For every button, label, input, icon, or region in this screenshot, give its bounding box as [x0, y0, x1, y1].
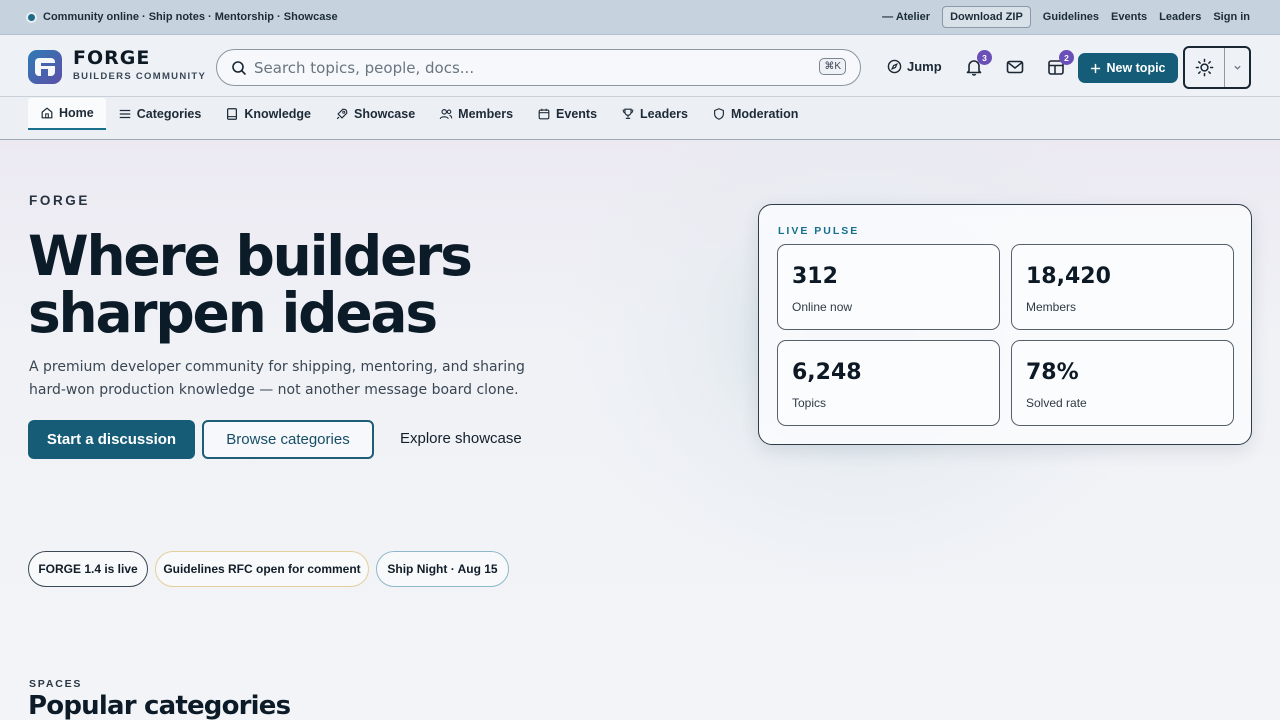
nav-showcase-label: Showcase: [354, 107, 416, 121]
stat-label: Solved rate: [1026, 396, 1087, 410]
nav-leaders-label: Leaders: [640, 107, 688, 121]
nav-knowledge[interactable]: Knowledge: [213, 98, 323, 130]
notifications-button[interactable]: 3: [964, 50, 992, 77]
nav-home-label: Home: [59, 106, 94, 120]
shield-icon: [714, 108, 724, 120]
rocket-icon: [336, 108, 348, 120]
hero-headline: Where builders sharpen ideas: [28, 228, 588, 342]
nav-knowledge-label: Knowledge: [244, 107, 312, 121]
forge-logo[interactable]: [28, 50, 62, 84]
users-icon: [439, 109, 453, 120]
new-topic-label: New topic: [1106, 61, 1166, 75]
stat-value: 78%: [1026, 360, 1079, 385]
events-link[interactable]: Events: [1111, 11, 1147, 23]
nav-members[interactable]: Members: [427, 98, 525, 130]
announcement-chip[interactable]: Guidelines RFC open for comment: [155, 551, 369, 587]
notifications-badge: 3: [977, 50, 992, 65]
plus-icon: [1091, 63, 1101, 73]
announcement-chip[interactable]: Ship Night · Aug 15: [376, 551, 509, 587]
announcement-chip[interactable]: FORGE 1.4 is live: [28, 551, 148, 587]
search-icon: [232, 60, 246, 75]
search-shortcut: ⌘K: [819, 58, 846, 75]
top-strip: Community online · Ship notes · Mentorsh…: [0, 0, 1280, 35]
hero-headline-line-1: Where builders: [28, 224, 473, 288]
stat-value: 18,420: [1026, 264, 1111, 289]
mail-icon: [1006, 60, 1024, 74]
nav-categories-label: Categories: [136, 107, 202, 121]
drafts-button[interactable]: 2: [1046, 50, 1074, 77]
nav-members-label: Members: [458, 107, 514, 121]
site-header: FORGE BUILDERS COMMUNITY ⌘K Jump 3 2 New…: [0, 35, 1280, 97]
community-status-text: Community online · Ship notes · Mentorsh…: [43, 11, 338, 23]
chevron-down-icon: [1233, 65, 1241, 70]
main-nav: Home Categories Knowledge Showcase Membe…: [0, 97, 1280, 140]
stat-topics: 6,248 Topics: [777, 340, 1000, 426]
theme-menu-button[interactable]: [1225, 48, 1249, 87]
stat-label: Members: [1026, 300, 1077, 314]
stat-value: 6,248: [792, 360, 862, 385]
browse-categories-button[interactable]: Browse categories: [202, 420, 374, 459]
new-topic-button[interactable]: New topic: [1078, 53, 1178, 83]
nav-moderation[interactable]: Moderation: [700, 98, 810, 130]
hero-headline-line-2: sharpen ideas: [28, 281, 438, 345]
jump-button[interactable]: Jump: [887, 59, 942, 74]
search-bar[interactable]: ⌘K: [216, 49, 861, 86]
hero-eyebrow: FORGE: [29, 193, 91, 208]
leaders-link[interactable]: Leaders: [1159, 11, 1201, 23]
inbox-button[interactable]: [1005, 57, 1025, 77]
home-icon: [41, 107, 53, 119]
popular-categories-heading: Popular categories: [28, 691, 291, 720]
nav-showcase[interactable]: Showcase: [323, 98, 427, 130]
jump-label: Jump: [907, 59, 942, 74]
list-icon: [119, 109, 130, 119]
calendar-icon: [538, 108, 550, 120]
hero-lead: A premium developer community for shippi…: [29, 359, 525, 398]
theme-toggle-button[interactable]: [1185, 48, 1225, 87]
live-pulse-card: LIVE PULSE 312 Online now 18,420 Members…: [758, 204, 1252, 445]
spaces-eyebrow: SPACES: [29, 678, 83, 690]
stat-solved-rate: 78% Solved rate: [1011, 340, 1234, 426]
download-zip-button[interactable]: Download ZIP: [942, 6, 1031, 28]
stat-value: 312: [792, 264, 838, 289]
explore-showcase-link[interactable]: Explore showcase: [400, 430, 522, 447]
stat-label: Online now: [792, 300, 853, 314]
sign-in-link[interactable]: Sign in: [1213, 11, 1250, 23]
brand[interactable]: FORGE BUILDERS COMMUNITY: [73, 48, 206, 82]
nav-home[interactable]: Home: [28, 98, 106, 130]
nav-events[interactable]: Events: [525, 98, 609, 130]
stat-label: Topics: [792, 396, 827, 410]
brand-name: FORGE: [73, 47, 151, 69]
live-pulse-title: LIVE PULSE: [778, 225, 860, 237]
brand-subtitle: BUILDERS COMMUNITY: [73, 71, 207, 82]
sun-icon: [1195, 58, 1214, 77]
drafts-badge: 2: [1059, 50, 1074, 65]
nav-moderation-label: Moderation: [731, 107, 799, 121]
atelier-link[interactable]: — Atelier: [882, 11, 930, 23]
search-input[interactable]: [254, 58, 804, 77]
book-icon: [227, 108, 238, 120]
guidelines-link[interactable]: Guidelines: [1043, 11, 1099, 23]
trophy-icon: [622, 108, 634, 119]
online-status-dot: [28, 13, 35, 21]
stat-members: 18,420 Members: [1011, 244, 1234, 330]
compass-icon: [887, 59, 902, 74]
nav-categories[interactable]: Categories: [106, 98, 214, 130]
start-discussion-button[interactable]: Start a discussion: [28, 420, 195, 459]
nav-leaders[interactable]: Leaders: [609, 98, 700, 130]
hero-section: FORGE Where builders sharpen ideas A pre…: [0, 140, 1280, 720]
stat-online-now: 312 Online now: [777, 244, 1000, 330]
nav-events-label: Events: [556, 107, 598, 121]
theme-switcher[interactable]: [1183, 46, 1251, 89]
